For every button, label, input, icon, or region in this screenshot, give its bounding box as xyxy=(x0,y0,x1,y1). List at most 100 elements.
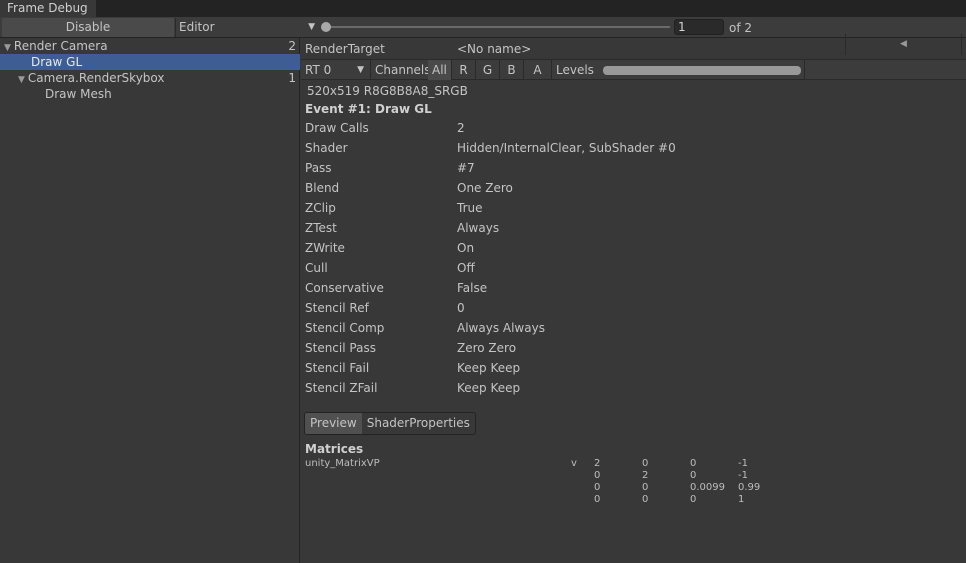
window-tab-bar: Frame Debug xyxy=(0,0,966,17)
property-row: Conservative False xyxy=(305,278,487,298)
channel-g-button[interactable]: G xyxy=(476,60,500,80)
event-details: RenderTarget <No name> RT 0 ▼ Channels All… xyxy=(301,38,966,563)
property-row: Cull Off xyxy=(305,258,475,278)
matrix-cell: 0.0099 xyxy=(690,482,725,493)
property-name: ZClip xyxy=(305,201,336,215)
property-row: Stencil Ref 0 xyxy=(305,298,465,318)
matrix-cell: 0 xyxy=(690,494,697,505)
property-value: #7 xyxy=(457,161,475,175)
tree-item-draw-mesh[interactable]: Draw Mesh xyxy=(0,86,300,102)
target-value: Editor xyxy=(179,20,215,34)
levels-range-slider[interactable] xyxy=(603,66,801,75)
property-name: Cull xyxy=(305,261,328,275)
render-target-label: RenderTarget xyxy=(305,42,385,56)
property-row: Stencil Comp Always Always xyxy=(305,318,545,338)
property-value: Keep Keep xyxy=(457,381,521,395)
chevron-down-icon: ▼ xyxy=(357,65,364,75)
event-slider[interactable] xyxy=(327,26,670,28)
details-tabs: Preview ShaderProperties xyxy=(304,412,476,435)
matrix-cell: 0 xyxy=(642,494,649,505)
event-tree: ▼ Render Camera 2 Draw GL ▼ Camera.RenderSk… xyxy=(0,38,300,563)
property-value: Keep Keep xyxy=(457,361,521,375)
matrix-cell: 2 xyxy=(642,470,649,481)
tab-preview[interactable]: Preview xyxy=(305,413,362,434)
disable-button[interactable]: Disable xyxy=(2,18,174,37)
property-row: ZClip True xyxy=(305,198,483,218)
property-name: ZWrite xyxy=(305,241,345,255)
event-index-input[interactable]: 1 xyxy=(674,19,724,35)
property-name: Stencil Pass xyxy=(305,341,376,355)
expand-triangle-icon[interactable]: ▼ xyxy=(4,43,11,53)
tree-item-count: 2 xyxy=(288,39,296,53)
tree-item-label: Draw GL xyxy=(31,55,83,69)
matrix-cell: -1 xyxy=(738,470,748,481)
matrix-cell: 0 xyxy=(594,470,601,481)
target-dropdown[interactable]: Editor ▼ xyxy=(175,18,320,37)
property-value: Hidden/InternalClear, SubShader #0 xyxy=(457,141,676,155)
property-value: 2 xyxy=(457,121,465,135)
tree-item-label: Draw Mesh xyxy=(45,87,112,101)
property-row: Stencil Fail Keep Keep xyxy=(305,358,520,378)
channel-r-button[interactable]: R xyxy=(452,60,476,80)
property-name: Conservative xyxy=(305,281,384,295)
property-name: Stencil Ref xyxy=(305,301,369,315)
tab-shader-properties[interactable]: ShaderProperties xyxy=(362,413,475,434)
property-name: ZTest xyxy=(305,221,337,235)
texture-format: 520x519 R8G8B8A8_SRGB xyxy=(307,84,468,98)
property-row: Blend One Zero xyxy=(305,178,513,198)
tab-frame-debug[interactable]: Frame Debug xyxy=(0,0,96,17)
property-value: Off xyxy=(457,261,475,275)
matrix-cell: 0 xyxy=(642,458,649,469)
expand-triangle-icon[interactable]: ▼ xyxy=(18,75,25,85)
property-row: Stencil Pass Zero Zero xyxy=(305,338,516,358)
matrix-cell: 0 xyxy=(642,482,649,493)
matrix-cell: 0 xyxy=(690,458,697,469)
tree-item-label: Render Camera xyxy=(13,39,108,53)
property-row: Draw Calls 2 xyxy=(305,118,465,138)
property-name: Stencil Fail xyxy=(305,361,370,375)
property-name: Shader xyxy=(305,141,348,155)
event-total: of 2 xyxy=(729,21,753,35)
rt-value: RT 0 xyxy=(305,63,332,77)
matrix-cell: 2 xyxy=(594,458,601,469)
matrix-stage: v xyxy=(571,458,577,469)
event-slider-thumb[interactable] xyxy=(321,22,331,32)
tree-item-label: Camera.RenderSkybox xyxy=(27,71,165,85)
matrix-cell: 0 xyxy=(594,482,601,493)
levels-label: Levels xyxy=(556,63,594,77)
matrix-cell: 0 xyxy=(594,494,601,505)
channels-label: Channels xyxy=(375,63,431,77)
property-value: True xyxy=(457,201,483,215)
property-value: Always Always xyxy=(457,321,545,335)
rt-dropdown[interactable]: RT 0 ▼ xyxy=(301,60,371,80)
tree-item-draw-gl[interactable]: Draw GL xyxy=(0,54,300,70)
property-name: Stencil Comp xyxy=(305,321,385,335)
channel-all-button[interactable]: All xyxy=(428,60,452,80)
render-target-value[interactable]: <No name> xyxy=(457,39,531,59)
tree-item-render-camera[interactable]: ▼ Render Camera 2 xyxy=(0,38,300,54)
channel-b-button[interactable]: B xyxy=(500,60,524,80)
property-row: Stencil ZFail Keep Keep xyxy=(305,378,520,398)
render-target-row: RenderTarget <No name> xyxy=(305,39,531,59)
tree-item-count: 1 xyxy=(288,71,296,85)
property-value: False xyxy=(457,281,488,295)
channel-a-button[interactable]: A xyxy=(524,60,552,80)
matrix-cell: 0 xyxy=(690,470,697,481)
property-value: Always xyxy=(457,221,500,235)
property-row: Pass #7 xyxy=(305,158,475,178)
property-value: One Zero xyxy=(457,181,513,195)
property-value: Zero Zero xyxy=(457,341,517,355)
property-row: ZTest Always xyxy=(305,218,499,238)
property-name: Stencil ZFail xyxy=(305,381,378,395)
property-row: Shader Hidden/InternalClear, SubShader #0 xyxy=(305,138,676,158)
property-name: Pass xyxy=(305,161,332,175)
matrix-cell: -1 xyxy=(738,458,748,469)
tree-item-camera-renderskybox[interactable]: ▼ Camera.RenderSkybox 1 xyxy=(0,70,300,86)
render-target-toolbar: RT 0 ▼ Channels All R G B A Levels xyxy=(301,59,966,80)
property-value: 0 xyxy=(457,301,465,315)
chevron-down-icon: ▼ xyxy=(308,22,315,32)
event-title: Event #1: Draw GL xyxy=(305,102,432,116)
property-name: Draw Calls xyxy=(305,121,369,135)
matrix-name: unity_MatrixVP xyxy=(305,458,380,469)
matrix-cell: 1 xyxy=(738,494,745,505)
